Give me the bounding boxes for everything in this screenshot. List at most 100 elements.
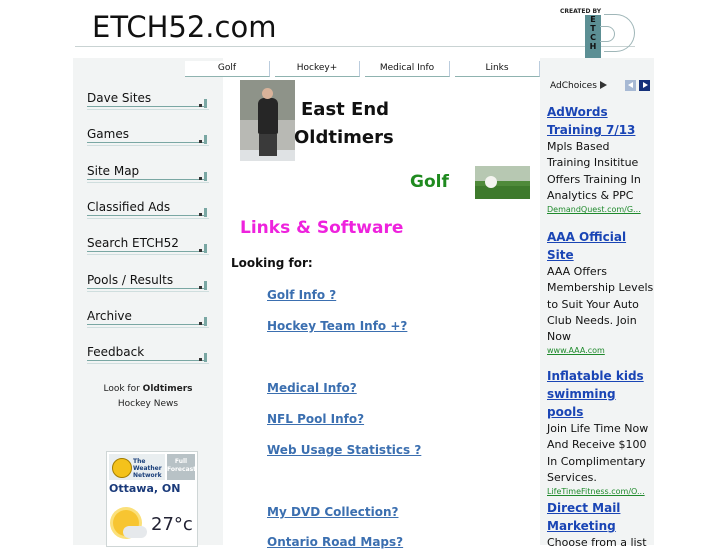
sidebar-notch <box>204 135 207 144</box>
sidebar-item-pools-results[interactable]: Pools / Results <box>87 273 209 295</box>
ad-body: Join Life Time Now And Receive $100 In C… <box>547 422 649 484</box>
sidebar-item-classified-ads[interactable]: Classified Ads <box>87 200 209 222</box>
link-hockey-team-info[interactable]: Hockey Team Info +? <box>267 319 407 333</box>
photo-head <box>262 88 273 99</box>
sidebar-underline <box>87 324 205 325</box>
sidebar-item-label: Classified Ads <box>87 200 171 214</box>
ad-url[interactable]: DemandQuest.com/G... <box>547 204 655 216</box>
ad-body: Mpls Based Training Insititue Offers Tra… <box>547 140 641 202</box>
sidebar-underline-shadow <box>87 182 209 183</box>
sidebar-underline <box>87 360 205 361</box>
sidebar-notch <box>204 172 207 181</box>
sidebar-notch <box>204 281 207 290</box>
links-software-heading: Links & Software <box>240 218 404 238</box>
ad-url[interactable]: LifeTimeFitness.com/O... <box>547 486 655 498</box>
adchoices-icon <box>599 81 607 89</box>
sidebar-item-label: Archive <box>87 309 132 323</box>
site-header: ETCH52.com CREATED BY E T C H <box>0 0 727 60</box>
sidebar-dot-icon <box>199 140 202 143</box>
sidebar-underline-shadow <box>87 327 209 328</box>
sidebar-underline-shadow <box>87 363 209 364</box>
tab-golf[interactable]: Golf <box>185 61 270 77</box>
golf-ball-image <box>475 166 530 199</box>
link-dvd-collection[interactable]: My DVD Collection? <box>267 505 398 519</box>
golf-ball-icon <box>485 176 497 188</box>
sidebar-item-games[interactable]: Games <box>87 127 209 149</box>
etch-logo[interactable]: CREATED BY E T C H <box>560 8 638 60</box>
link-golf-info[interactable]: Golf Info ? <box>267 288 336 302</box>
page-title-line2: Oldtimers <box>294 127 394 148</box>
ad-body: Choose from a list <box>547 536 647 549</box>
photo-legs <box>259 134 277 156</box>
link-web-usage-statistics[interactable]: Web Usage Statistics ? <box>267 443 421 457</box>
sidebar-dot-icon <box>199 213 202 216</box>
sidebar-notch <box>204 317 207 326</box>
sidebar-item-label: Search ETCH52 <box>87 236 179 250</box>
ad-title[interactable]: AdWords Training 7/13 <box>547 103 655 139</box>
full-forecast-button[interactable]: Full Forecast <box>167 454 196 480</box>
sidebar-underline <box>87 179 205 180</box>
hockey-player-photo <box>240 80 295 161</box>
sidebar-item-label: Feedback <box>87 345 145 359</box>
top-nav: Golf Hockey+ Medical Info Links <box>185 61 545 78</box>
looking-for-label: Looking for: <box>231 256 313 270</box>
photo-jersey <box>258 98 278 134</box>
chevron-right-icon <box>643 82 648 88</box>
link-nfl-pool-info[interactable]: NFL Pool Info? <box>267 412 364 426</box>
adchoices-text: AdChoices <box>550 81 597 91</box>
sidebar-underline-shadow <box>87 291 209 292</box>
header-divider <box>75 46 635 47</box>
golf-image-grass <box>475 186 530 199</box>
tab-medical-info[interactable]: Medical Info <box>365 61 450 77</box>
tab-links[interactable]: Links <box>455 61 540 77</box>
tab-hockey[interactable]: Hockey+ <box>275 61 360 77</box>
weather-network-logo[interactable]: The Weather Network <box>109 454 165 480</box>
sidebar-underline <box>87 142 205 143</box>
adchoices-label[interactable]: AdChoices <box>550 81 607 91</box>
link-ontario-road-maps[interactable]: Ontario Road Maps? <box>267 535 403 549</box>
sidebar-item-dave-sites[interactable]: Dave Sites <box>87 91 209 113</box>
sidebar-item-site-map[interactable]: Site Map <box>87 164 209 186</box>
sidebar-underline-shadow <box>87 109 209 110</box>
sidebar-dot-icon <box>199 249 202 252</box>
oldtimers-bold: Oldtimers <box>142 384 193 394</box>
sidebar-underline <box>87 288 205 289</box>
sidebar-item-label: Dave Sites <box>87 91 152 105</box>
sidebar-underline-shadow <box>87 254 209 255</box>
weather-brand: The Weather Network <box>133 458 162 479</box>
link-medical-info[interactable]: Medical Info? <box>267 381 357 395</box>
ad-title[interactable]: Inflatable kids swimming pools <box>547 367 655 421</box>
cloud-icon <box>123 526 147 538</box>
ad-title[interactable]: Direct Mail Marketing <box>547 499 655 535</box>
sidebar-underline <box>87 106 205 107</box>
sidebar-item-label: Games <box>87 127 129 141</box>
sidebar-dot-icon <box>199 358 202 361</box>
sidebar-dot-icon <box>199 322 202 325</box>
page-title: East End Oldtimers <box>294 96 394 152</box>
sidebar-underline-shadow <box>87 218 209 219</box>
ad-prev-button[interactable] <box>625 80 636 91</box>
sidebar-dot-icon <box>199 104 202 107</box>
logo-created-by: CREATED BY <box>560 8 602 15</box>
sidebar-item-label: Pools / Results <box>87 273 174 287</box>
sidebar-notch <box>204 99 207 108</box>
oldtimers-note[interactable]: Look for Oldtimers Hockey News <box>73 382 223 412</box>
sidebar-item-archive[interactable]: Archive <box>87 309 209 331</box>
weather-widget[interactable]: The Weather Network Full Forecast Ottawa, … <box>106 451 198 547</box>
ad-next-button[interactable] <box>639 80 650 91</box>
ad-title[interactable]: AAA Official Site <box>547 228 655 264</box>
golf-heading: Golf <box>410 172 449 192</box>
ad-url[interactable]: www.AAA.com <box>547 345 655 357</box>
chevron-left-icon <box>628 82 633 88</box>
sidebar-dot-icon <box>199 286 202 289</box>
golf-image-sky <box>475 166 530 181</box>
ad-item: AAA Official Site AAA Offers Membership … <box>547 228 655 357</box>
logo-letters: E T C H <box>585 15 601 60</box>
sidebar-notch <box>204 353 207 362</box>
site-title[interactable]: ETCH52.com <box>92 10 276 44</box>
page-title-line1: East End <box>301 99 390 120</box>
sidebar-item-search[interactable]: Search ETCH52 <box>87 236 209 258</box>
sidebar-underline <box>87 215 205 216</box>
sidebar-item-feedback[interactable]: Feedback <box>87 345 209 367</box>
ad-item: AdWords Training 7/13 Mpls Based Trainin… <box>547 103 655 216</box>
